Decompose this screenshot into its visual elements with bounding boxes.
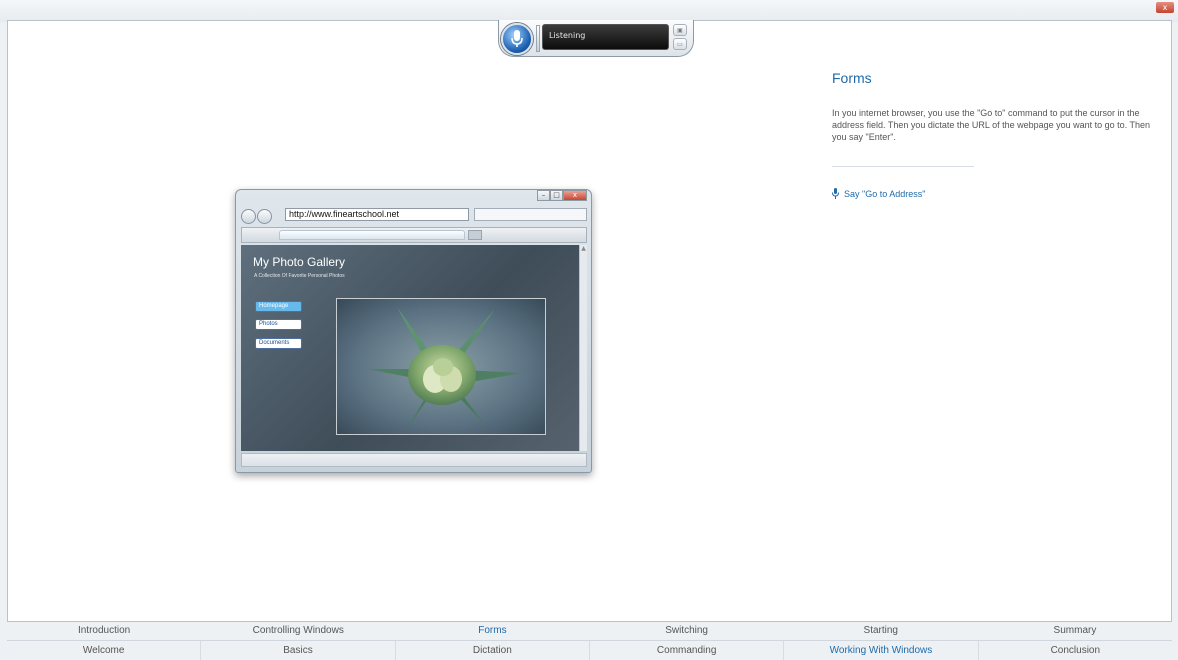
nav-welcome[interactable]: Welcome: [7, 641, 202, 660]
documents-link: Documents: [255, 338, 302, 349]
microphone-button[interactable]: [501, 23, 533, 55]
nav-commanding[interactable]: Commanding: [590, 641, 785, 660]
nav-forms[interactable]: Forms: [395, 623, 589, 639]
nav-summary[interactable]: Summary: [978, 623, 1172, 639]
nav-working-with-windows[interactable]: Working With Windows: [784, 641, 979, 660]
microphone-icon: [511, 30, 523, 47]
address-bar: http://www.fineartschool.net: [285, 208, 469, 221]
gallery-title: My Photo Gallery: [253, 255, 346, 269]
gallery-photo: [336, 298, 546, 435]
nav-introduction[interactable]: Introduction: [7, 623, 201, 639]
status-display: Listening: [542, 24, 669, 50]
voice-command-prompt: Say "Go to Address": [832, 188, 925, 199]
voice-command-text: Say "Go to Address": [844, 189, 926, 199]
vertical-scrollbar: ▲: [579, 245, 587, 451]
maximize-button: □: [550, 190, 563, 201]
minimize-button: –: [537, 190, 550, 201]
section-nav: Welcome Basics Dictation Commanding Work…: [7, 640, 1172, 660]
browser-tab: [279, 230, 465, 240]
microphone-icon: [832, 188, 839, 199]
back-button: [241, 209, 256, 224]
window-close-button[interactable]: x: [1156, 2, 1174, 13]
search-box: [474, 208, 587, 221]
audio-level-meter: [536, 25, 540, 52]
gallery-subtitle: A Collection Of Favorite Personal Photos: [254, 273, 345, 279]
nav-conclusion[interactable]: Conclusion: [979, 641, 1172, 660]
homepage-link: Homepage: [255, 301, 302, 312]
section-title: Forms: [832, 70, 872, 86]
listening-status: Listening: [549, 31, 586, 40]
nav-starting[interactable]: Starting: [784, 623, 978, 639]
demo-browser-window: – □ x http://www.fineartschool.net My Phot…: [235, 189, 592, 473]
nav-dictation[interactable]: Dictation: [396, 641, 590, 660]
speech-minimize-button[interactable]: ▭: [673, 38, 687, 50]
close-button: x: [563, 190, 587, 201]
speech-help-button[interactable]: ▣: [673, 24, 687, 36]
forward-button: [257, 209, 272, 224]
topic-nav: Introduction Controlling Windows Forms S…: [7, 623, 1172, 639]
window-titlebar: x: [0, 0, 1178, 22]
status-bar: [241, 453, 587, 467]
section-description: In you internet browser, you use the "Go…: [832, 108, 1151, 142]
divider: [832, 166, 974, 167]
nav-basics[interactable]: Basics: [201, 641, 396, 660]
nav-switching[interactable]: Switching: [590, 623, 784, 639]
nav-controlling-windows[interactable]: Controlling Windows: [201, 623, 395, 639]
window-controls: – □ x: [537, 190, 587, 203]
tab-bar: [241, 227, 587, 243]
speech-recognition-bar: Listening ▣ ▭: [498, 20, 694, 57]
new-tab-button: [468, 230, 482, 240]
webpage-viewport: My Photo Gallery A Collection Of Favorit…: [241, 245, 579, 451]
photos-link: Photos: [255, 319, 302, 330]
